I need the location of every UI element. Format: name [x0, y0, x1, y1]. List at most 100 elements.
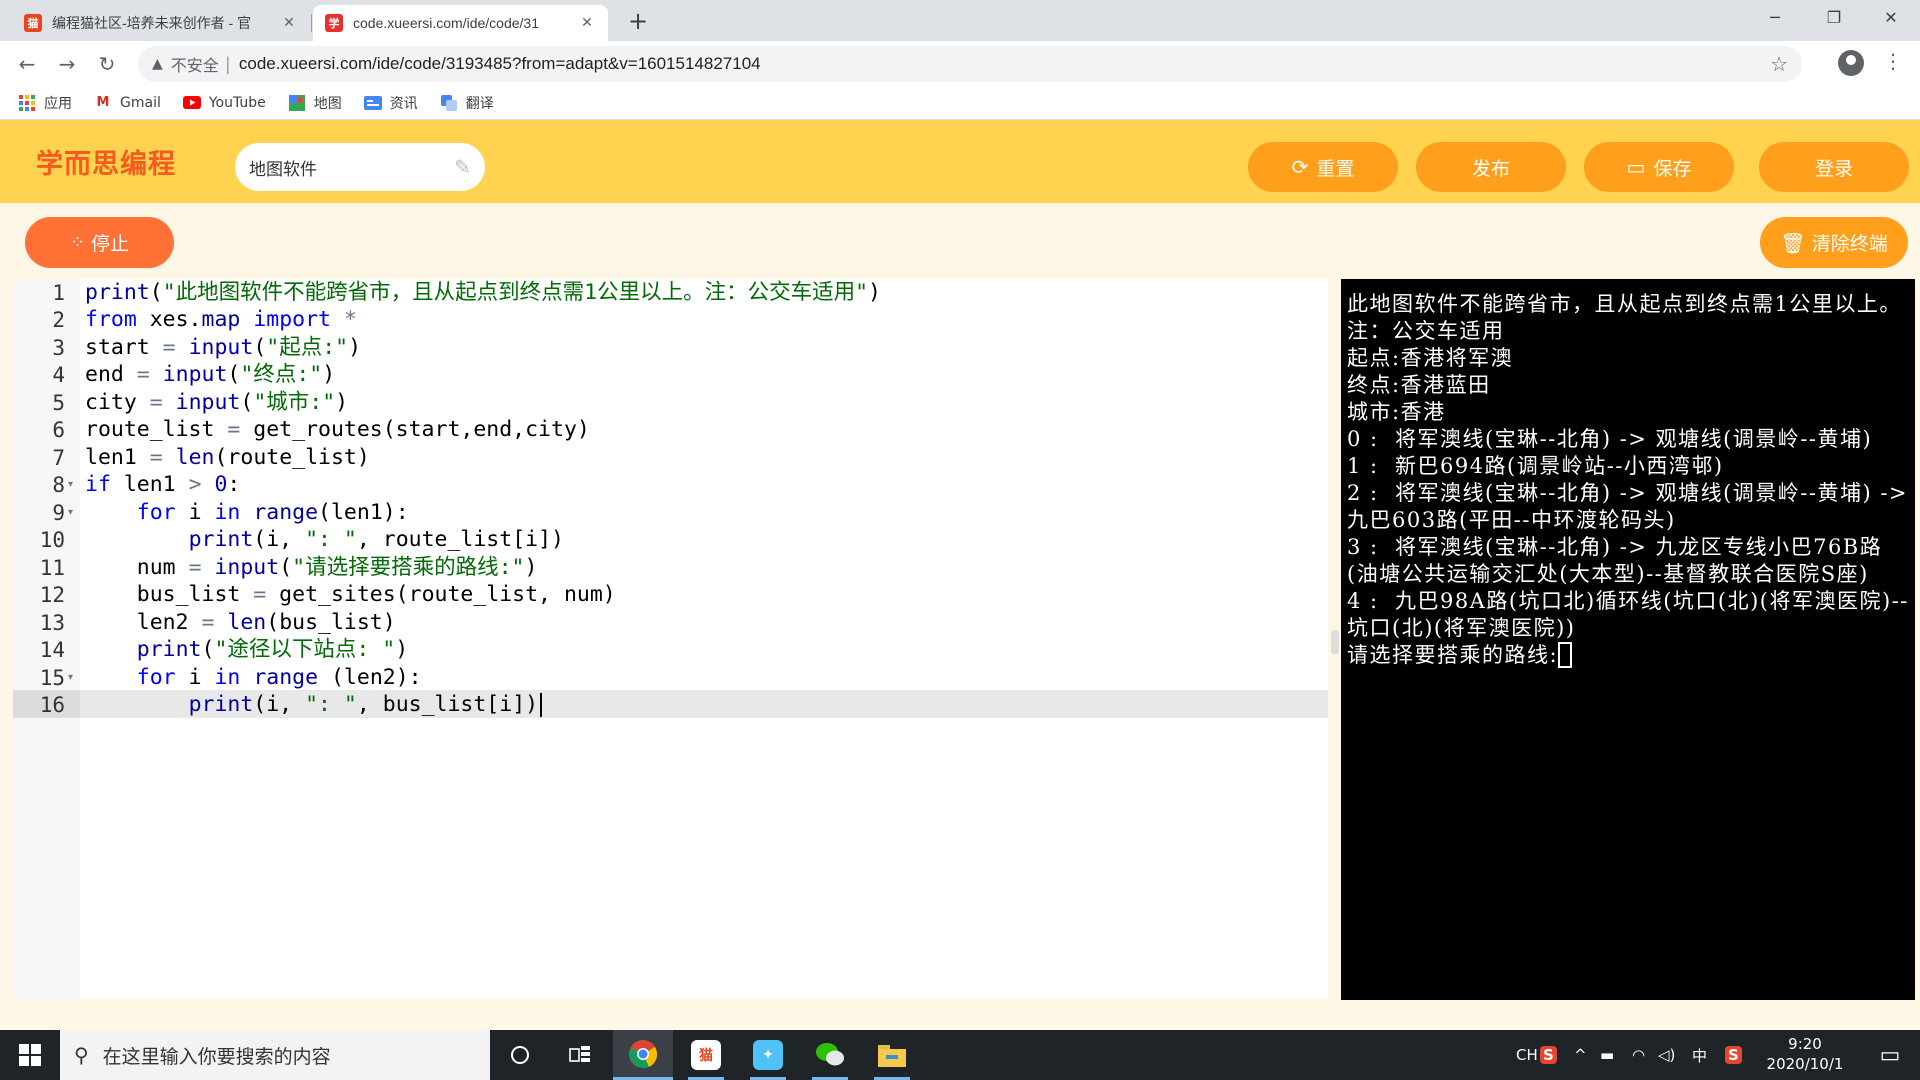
- pencil-icon[interactable]: ✎: [454, 155, 471, 179]
- line-number: 1: [52, 281, 65, 305]
- terminal-line: 此地图软件不能跨省市，且从起点到终点需1公里以上。注：公交车适用: [1347, 292, 1902, 343]
- xueersi-icon: 学: [325, 14, 343, 32]
- save-icon: ▭: [1626, 155, 1646, 179]
- stop-button[interactable]: ⁘ 停止: [25, 217, 174, 268]
- volume-icon[interactable]: ◁): [1658, 1030, 1675, 1080]
- profile-icon[interactable]: [1838, 50, 1864, 76]
- tab-xueersi-ide[interactable]: 学 code.xueersi.com/ide/code/31 ✕: [313, 5, 608, 41]
- clear-terminal-button[interactable]: 🗑 清除终端: [1760, 217, 1908, 268]
- apps-grid-icon: [18, 94, 36, 112]
- spinner-icon: ⁘: [69, 232, 85, 253]
- fold-arrow-icon[interactable]: ▾: [68, 672, 73, 683]
- back-arrow-icon[interactable]: ←: [12, 49, 42, 79]
- separator: |: [224, 53, 231, 75]
- terminal-cursor[interactable]: [1558, 642, 1573, 668]
- start-button[interactable]: [0, 1030, 60, 1080]
- clear-terminal-label: 清除终端: [1811, 233, 1888, 255]
- line-number: 12: [39, 583, 65, 607]
- tab-divider: [311, 14, 312, 32]
- code-line: len2 = len(bus_list): [85, 610, 396, 635]
- line-number: 4: [52, 363, 65, 387]
- bookmark-translate[interactable]: 翻译: [440, 93, 494, 113]
- chevron-up-icon[interactable]: ^: [1574, 1030, 1587, 1080]
- notification-icon[interactable]: ▭: [1860, 1030, 1920, 1080]
- bookmark-label: YouTube: [208, 94, 266, 111]
- close-tab-icon[interactable]: ✕: [280, 15, 298, 31]
- line-number: 11: [39, 556, 65, 580]
- code-line: start = input("起点:"): [85, 335, 362, 360]
- save-label: 保存: [1653, 157, 1692, 180]
- terminal-output[interactable]: 此地图软件不能跨省市，且从起点到终点需1公里以上。注：公交车适用 起点:香港将军…: [1341, 279, 1915, 1000]
- taskbar-search[interactable]: ⚲ 在这里输入你要搜索的内容: [60, 1030, 490, 1080]
- close-tab-icon[interactable]: ✕: [578, 15, 596, 31]
- text-caret: [540, 693, 542, 717]
- fold-arrow-icon[interactable]: ▾: [68, 507, 73, 518]
- chrome-taskbar-icon[interactable]: [613, 1030, 673, 1080]
- code-editor[interactable]: 1 2 3 4 5 6 7 8 9 10 11 12 13 14 15 16 ▾…: [13, 279, 1328, 999]
- save-button[interactable]: ▭ 保存: [1584, 142, 1734, 192]
- terminal-line: 0 : 将军澳线(宝琳--北角) -> 观塘线(调景岭--黄埔): [1347, 427, 1873, 451]
- minimize-icon[interactable]: ─: [1752, 0, 1798, 36]
- login-button[interactable]: 登录: [1759, 142, 1909, 192]
- terminal-line: 3 : 将军澳线(宝琳--北角) -> 九龙区专线小巴76B路(油塘公共运输交汇…: [1347, 535, 1883, 586]
- url-text[interactable]: code.xueersi.com/ide/code/3193485?from=a…: [239, 54, 761, 74]
- wifi-icon[interactable]: ◠: [1632, 1030, 1645, 1080]
- terminal-line: 终点:香港蓝田: [1347, 373, 1491, 397]
- sogou-tray-icon[interactable]: S: [1725, 1030, 1742, 1080]
- bookmark-news[interactable]: 资讯: [363, 93, 418, 113]
- browser-tab-strip: 猫 编程猫社区-培养未来创作者 - 官 ✕ 学 code.xueersi.com…: [0, 0, 1920, 41]
- code-line: print(i, ": ", bus_list[i]): [188, 692, 539, 717]
- line-number: 16: [39, 693, 65, 717]
- publish-button[interactable]: 发布: [1416, 142, 1566, 192]
- app-taskbar-icon[interactable]: ✦: [738, 1030, 798, 1080]
- close-window-icon[interactable]: ✕: [1868, 0, 1914, 36]
- code-line: num = input("请选择要搭乘的路线:"): [85, 555, 538, 580]
- restore-icon[interactable]: ❐: [1811, 0, 1857, 36]
- code-line: print("途径以下站点: "): [136, 637, 409, 662]
- sogou-icon[interactable]: S: [1540, 1030, 1557, 1080]
- new-tab-button[interactable]: +: [624, 8, 652, 36]
- clock-date: 2020/10/1: [1766, 1055, 1844, 1073]
- bookmark-star-icon[interactable]: ☆: [1770, 52, 1788, 76]
- code-line: end = input("终点:"): [85, 362, 336, 387]
- tab-codemao[interactable]: 猫 编程猫社区-培养未来创作者 - 官 ✕: [12, 5, 310, 41]
- bookmark-label: 地图: [313, 95, 342, 112]
- terminal-prompt-line: 请选择要搭乘的路线:: [1347, 642, 1909, 669]
- terminal-panel: 此地图软件不能跨省市，且从起点到终点需1公里以上。注：公交车适用 起点:香港将军…: [1341, 279, 1920, 1001]
- gmail-icon: M: [96, 95, 110, 110]
- browser-toolbar: ← → ↻ ▲ 不安全 | code.xueersi.com/ide/code/…: [0, 41, 1920, 86]
- input-language[interactable]: CH: [1516, 1030, 1538, 1080]
- terminal-line: 1 : 新巴694路(调景岭站--小西湾邨): [1347, 454, 1724, 478]
- bookmark-maps[interactable]: 地图: [288, 93, 342, 113]
- panel-resize-handle[interactable]: [1331, 630, 1339, 654]
- search-icon: ⚲: [74, 1043, 89, 1067]
- app-logo[interactable]: 学而思编程: [36, 142, 176, 181]
- system-clock[interactable]: 9:20 2020/10/1: [1760, 1034, 1850, 1074]
- code-line: for i in range (len2):: [136, 665, 422, 690]
- project-name-field[interactable]: 地图软件 ✎: [235, 143, 485, 191]
- task-view-icon[interactable]: [550, 1030, 610, 1080]
- bookmark-label: 应用: [44, 95, 72, 112]
- bookmark-gmail[interactable]: M Gmail: [94, 94, 161, 112]
- file-explorer-taskbar-icon[interactable]: [862, 1030, 922, 1080]
- line-number: 2: [52, 308, 65, 332]
- codemao-taskbar-icon[interactable]: 猫: [676, 1030, 736, 1080]
- code-line: bus_list = get_sites(route_list, num): [85, 582, 616, 607]
- reset-button[interactable]: ⟳ 重置: [1248, 142, 1398, 192]
- youtube-icon: [182, 94, 201, 112]
- fold-arrow-icon[interactable]: ▾: [68, 479, 73, 490]
- kebab-menu-icon[interactable]: ⋮: [1883, 49, 1903, 73]
- project-name-text: 地图软件: [249, 159, 317, 180]
- terminal-line: 2 : 将军澳线(宝琳--北角) -> 观塘线(调景岭--黄埔) -> 九巴60…: [1347, 481, 1917, 532]
- terminal-line: 4 : 九巴98A路(坑口北)循环线(坑口(北)(将军澳医院)--坑口(北)(将…: [1347, 589, 1909, 640]
- forward-arrow-icon[interactable]: →: [52, 49, 82, 79]
- bookmark-apps[interactable]: 应用: [18, 93, 72, 113]
- cortana-icon[interactable]: [490, 1030, 550, 1080]
- reset-label: 重置: [1316, 157, 1355, 180]
- wechat-taskbar-icon[interactable]: [800, 1030, 860, 1080]
- address-bar[interactable]: ▲ 不安全 | code.xueersi.com/ide/code/319348…: [138, 46, 1802, 82]
- ime-mode[interactable]: 中: [1692, 1030, 1707, 1080]
- bookmark-youtube[interactable]: YouTube: [182, 94, 266, 112]
- reload-icon[interactable]: ↻: [92, 49, 122, 79]
- battery-icon[interactable]: ▬: [1600, 1030, 1614, 1080]
